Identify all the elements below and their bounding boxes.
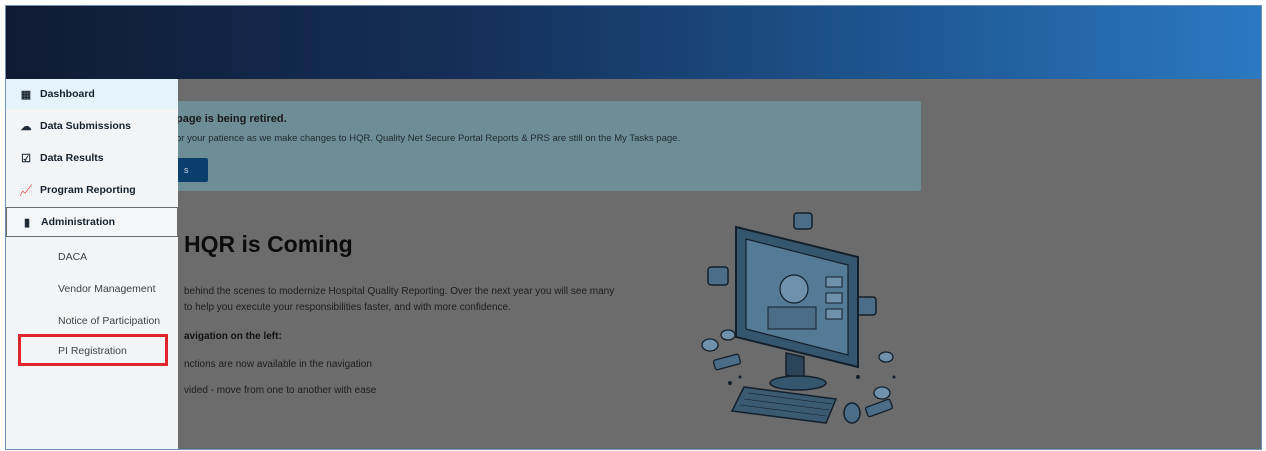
hero-description-line-2: to help you execute your responsibilitie… — [184, 302, 511, 313]
retirement-banner: page is being retired. or your patience … — [146, 101, 921, 191]
sidebar-item-label: Data Results — [40, 152, 104, 164]
computer-illustration — [701, 212, 896, 424]
clipboard-icon: ▮ — [23, 216, 31, 229]
pi-registration-highlight-box — [18, 334, 168, 366]
sidebar-item-label: Dashboard — [40, 88, 95, 100]
sidebar-item-label: Administration — [41, 216, 116, 228]
main-content-overlay: page is being retired. or your patience … — [6, 79, 1261, 449]
banner-text: or your patience as we make changes to H… — [176, 133, 681, 144]
top-header-bar — [6, 6, 1261, 79]
my-tasks-button[interactable]: s — [176, 158, 208, 182]
sidebar-navigation: ▦ Dashboard ☁ Data Submissions ☑ Data Re… — [6, 79, 178, 449]
hero-description: behind the scenes to modernize Hospital … — [184, 284, 614, 316]
sidebar-subitem-vendor-management[interactable]: Vendor Management — [58, 283, 155, 295]
checkbox-icon: ☑ — [21, 152, 31, 165]
feature-bullet-2: vided - move from one to another with ea… — [184, 385, 377, 396]
line-chart-icon: 📈 — [19, 184, 33, 197]
sidebar-item-program-reporting[interactable]: 📈 Program Reporting — [6, 175, 178, 205]
grid-icon: ▦ — [20, 88, 32, 101]
app-window: page is being retired. or your patience … — [5, 5, 1262, 450]
cloud-upload-icon: ☁ — [20, 120, 32, 133]
sidebar-subitem-daca[interactable]: DACA — [58, 251, 87, 263]
hero-description-line-1: behind the scenes to modernize Hospital … — [184, 286, 615, 297]
feature-bullet-1: nctions are now available in the navigat… — [184, 359, 372, 370]
sidebar-item-administration[interactable]: ▮ Administration — [6, 207, 178, 237]
navigation-heading: avigation on the left: — [184, 331, 282, 342]
page-title: HQR is Coming — [184, 231, 353, 257]
sidebar-item-data-submissions[interactable]: ☁ Data Submissions — [6, 111, 178, 141]
sidebar-item-data-results[interactable]: ☑ Data Results — [6, 143, 178, 173]
banner-title: page is being retired. — [176, 113, 287, 125]
sidebar-item-dashboard[interactable]: ▦ Dashboard — [6, 79, 178, 109]
sidebar-item-label: Data Submissions — [40, 120, 132, 132]
sidebar-item-label: Program Reporting — [40, 184, 136, 196]
sidebar-subitem-notice-of-participation[interactable]: Notice of Participation — [58, 315, 160, 327]
